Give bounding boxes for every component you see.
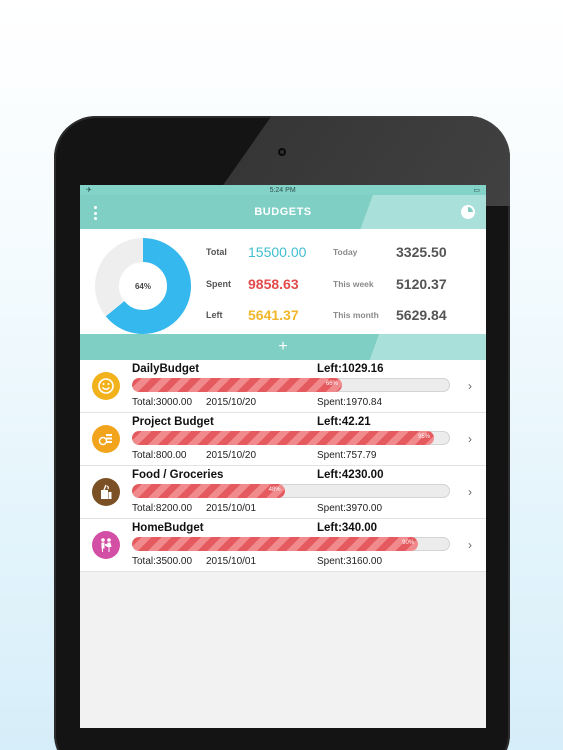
budget-progress-bar: 66%: [132, 378, 450, 392]
budget-row-food[interactable]: Food / Groceries Left:4230.00 48% Total:…: [80, 466, 486, 519]
money-icon: [92, 425, 120, 453]
today-label: Today: [333, 247, 358, 257]
budget-total: Total:3000.00: [132, 397, 193, 408]
budget-list: DailyBudget Left:1029.16 66% Total:3000.…: [80, 360, 486, 572]
camera-icon: [278, 148, 286, 156]
month-label: This month: [333, 310, 379, 320]
budget-total: Total:3500.00: [132, 556, 193, 567]
budget-date: 2015/10/20: [206, 397, 257, 408]
status-time: 5:24 PM: [269, 186, 296, 194]
budget-date: 2015/10/20: [206, 450, 257, 461]
battery-icon: ▭: [473, 187, 480, 194]
more-vertical-icon[interactable]: [92, 206, 98, 220]
budget-spent: Spent:1970.84: [317, 397, 383, 408]
family-icon: [92, 531, 120, 559]
chevron-right-icon[interactable]: ›: [468, 379, 472, 393]
budget-left: Left:340.00: [317, 522, 378, 534]
donut-percent-label: 64%: [134, 281, 151, 291]
budget-progress-fill: 48%: [132, 484, 285, 498]
budget-name: Project Budget: [132, 416, 214, 428]
chevron-right-icon[interactable]: ›: [468, 432, 472, 446]
budget-progress-label: 90%: [402, 540, 415, 546]
today-value: 3325.50: [396, 244, 447, 260]
spent-value: 9858.63: [248, 276, 299, 292]
chevron-right-icon[interactable]: ›: [468, 538, 472, 552]
month-value: 5629.84: [396, 307, 447, 323]
budget-progress-fill: 66%: [132, 378, 342, 392]
budget-progress-bar: 48%: [132, 484, 450, 498]
budget-row-home[interactable]: HomeBudget Left:340.00 90% Total:3500.00…: [80, 519, 486, 572]
week-label: This week: [333, 279, 374, 289]
chevron-right-icon[interactable]: ›: [468, 485, 472, 499]
budget-progress-bar: 90%: [132, 537, 450, 551]
budget-spent: Spent:757.79: [317, 450, 377, 461]
budget-date: 2015/10/01: [206, 556, 257, 567]
budget-progress-bar: 95%: [132, 431, 450, 445]
add-budget-button[interactable]: +: [80, 334, 486, 360]
smiley-icon: [92, 372, 120, 400]
budget-row-daily[interactable]: DailyBudget Left:1029.16 66% Total:3000.…: [80, 360, 486, 413]
budget-progress-label: 66%: [325, 381, 338, 387]
left-value: 5641.37: [248, 307, 299, 323]
budget-progress-fill: 95%: [132, 431, 435, 445]
budget-total: Total:8200.00: [132, 503, 193, 514]
budget-total: Total:800.00: [132, 450, 187, 461]
left-label: Left: [206, 310, 223, 320]
nav-bar: BUDGETS: [80, 195, 486, 229]
budget-name: HomeBudget: [132, 522, 204, 534]
spent-label: Spent: [206, 279, 232, 289]
budget-spent: Spent:3970.00: [317, 503, 383, 514]
budget-left: Left:1029.16: [317, 363, 384, 375]
budget-left: Left:42.21: [317, 416, 371, 428]
budget-progress-fill: 90%: [132, 537, 419, 551]
budget-progress-label: 48%: [268, 487, 281, 493]
budget-progress-label: 95%: [418, 434, 431, 440]
budget-date: 2015/10/01: [206, 503, 257, 514]
budget-spent: Spent:3160.00: [317, 556, 383, 567]
budget-left: Left:4230.00: [317, 469, 384, 481]
total-value: 15500.00: [248, 244, 307, 260]
groceries-icon: [92, 478, 120, 506]
page-title: BUDGETS: [254, 206, 312, 218]
total-label: Total: [206, 247, 227, 257]
budget-row-project[interactable]: Project Budget Left:42.21 95% Total:800.…: [80, 413, 486, 466]
plus-icon: +: [278, 338, 288, 355]
app-screen: ✈ 5:24 PM ▭ BUDGETS 64% Total 15500.00 S…: [80, 185, 486, 728]
airplane-icon: ✈: [86, 187, 92, 194]
week-value: 5120.37: [396, 276, 447, 292]
status-bar: ✈ 5:24 PM ▭: [80, 185, 486, 195]
budget-name: DailyBudget: [132, 363, 200, 375]
budget-name: Food / Groceries: [132, 469, 224, 481]
summary-panel: 64% Total 15500.00 Spent 9858.63 Left 56…: [80, 229, 486, 334]
pie-chart-icon[interactable]: [461, 205, 475, 219]
